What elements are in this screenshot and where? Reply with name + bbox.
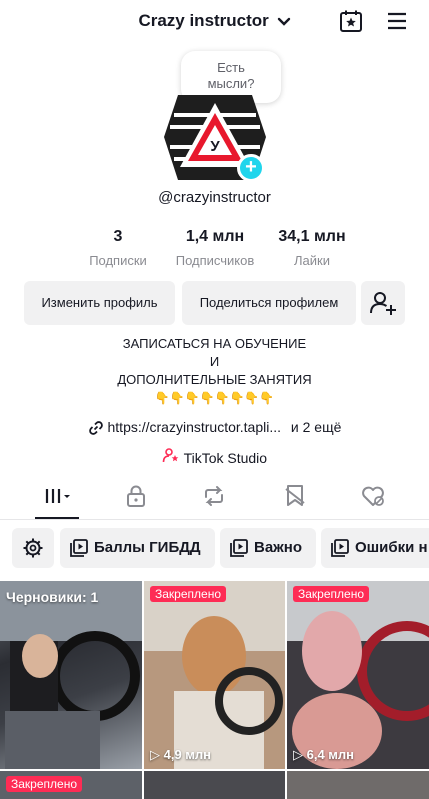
username: @crazyinstructor xyxy=(158,189,271,206)
bio-link-url[interactable]: https://crazyinstructor.tapli... xyxy=(108,419,282,435)
share-profile-button[interactable]: Поделиться профилем xyxy=(182,281,356,325)
bio-line-2: И xyxy=(209,354,220,369)
active-tab-indicator xyxy=(35,517,79,519)
chip-collection-3[interactable]: Ошибки н xyxy=(321,528,429,568)
video-thumbnail xyxy=(287,581,429,769)
video-grid: Черновики: 1 Закреплено ▷ 4,9 млн Закреп… xyxy=(0,581,429,799)
pinned-badge: Закреплено xyxy=(293,586,369,602)
bubble-line-2: мысли? xyxy=(207,76,255,91)
edit-profile-button[interactable]: Изменить профиль xyxy=(24,281,175,325)
video-tile[interactable] xyxy=(144,771,285,799)
content-tabs xyxy=(0,474,429,520)
tab-favorites[interactable] xyxy=(281,483,309,509)
chip-settings[interactable] xyxy=(12,528,54,568)
stat-likes-value: 34,1 млн xyxy=(278,228,346,245)
video-tile[interactable] xyxy=(287,771,429,799)
stat-following-value: 3 xyxy=(113,228,123,245)
bio: ЗАПИСАТЬСЯ НА ОБУЧЕНИЕ И ДОПОЛНИТЕЛЬНЫЕ … xyxy=(0,335,429,407)
view-count: ▷ 6,4 млн xyxy=(293,747,355,762)
tab-videos[interactable] xyxy=(43,483,71,509)
stat-following-label: Подписки xyxy=(89,253,147,268)
tiktok-studio-label: TikTok Studio xyxy=(183,450,268,466)
view-count-value: 4,9 млн xyxy=(163,747,212,762)
tab-reposts[interactable] xyxy=(200,483,228,509)
drafts-tile[interactable]: Черновики: 1 xyxy=(0,581,142,769)
stat-followers-label: Подписчиков xyxy=(175,253,255,268)
account-name: Crazy instructor xyxy=(138,11,269,30)
stat-following[interactable]: 3 Подписки xyxy=(68,228,168,268)
tiktok-studio-link[interactable]: TikTok Studio xyxy=(0,447,429,466)
pinned-badge: Закреплено xyxy=(150,586,226,602)
top-bar: Crazy instructor xyxy=(0,0,429,44)
add-avatar-button[interactable]: + xyxy=(237,154,265,182)
video-thumbnail xyxy=(144,581,285,769)
chip-collection-1-label: Баллы ГИБДД xyxy=(94,539,201,556)
playlist-icon xyxy=(331,539,349,557)
add-friends-button[interactable] xyxy=(361,281,405,325)
bio-line-4: 👇👇👇👇👇👇👇👇 xyxy=(154,391,275,405)
playlist-icon xyxy=(70,539,88,557)
chevron-down-icon xyxy=(277,17,290,26)
stat-followers[interactable]: 1,4 млн Подписчиков xyxy=(165,228,265,268)
bio-link[interactable]: https://crazyinstructor.tapli... и 2 ещё xyxy=(0,419,429,436)
drafts-label: Черновики: 1 xyxy=(6,589,99,605)
playlist-icon xyxy=(230,539,248,557)
tab-liked[interactable] xyxy=(359,483,387,509)
bio-line-3: ДОПОЛНИТЕЛЬНЫЕ ЗАНЯТИЯ xyxy=(117,372,312,387)
studio-icon xyxy=(162,448,179,463)
view-count: ▷ 4,9 млн xyxy=(150,747,212,762)
gear-icon xyxy=(23,538,43,558)
calendar-star-icon[interactable] xyxy=(339,9,363,33)
chip-collection-3-label: Ошибки н xyxy=(355,539,428,556)
link-icon xyxy=(88,421,103,436)
stat-followers-value: 1,4 млн xyxy=(185,228,245,245)
stat-likes-label: Лайки xyxy=(294,253,330,268)
bio-link-more[interactable]: и 2 ещё xyxy=(291,419,341,435)
view-count-value: 6,4 млн xyxy=(306,747,355,762)
video-thumbnail xyxy=(0,581,142,769)
chip-collection-1[interactable]: Баллы ГИБДД xyxy=(60,528,215,568)
video-tile[interactable]: Закреплено ▷ 6,4 млн xyxy=(287,581,429,769)
chip-collection-2[interactable]: Важно xyxy=(220,528,316,568)
avatar-letter: У xyxy=(210,138,220,155)
tab-private[interactable] xyxy=(122,483,150,509)
video-tile[interactable]: Закреплено xyxy=(0,771,142,799)
video-tile[interactable]: Закреплено ▷ 4,9 млн xyxy=(144,581,285,769)
add-user-icon xyxy=(370,292,396,315)
chip-collection-2-label: Важно xyxy=(254,539,303,556)
menu-icon[interactable] xyxy=(386,10,408,32)
account-switcher[interactable]: Crazy instructor xyxy=(0,11,429,31)
stat-likes[interactable]: 34,1 млн Лайки xyxy=(262,228,362,268)
bubble-line-1: Есть xyxy=(217,60,245,75)
pinned-badge: Закреплено xyxy=(6,776,82,792)
collection-chips: Баллы ГИБДД Важно Ошибки н xyxy=(0,528,429,568)
bio-line-1: ЗАПИСАТЬСЯ НА ОБУЧЕНИЕ xyxy=(122,336,307,351)
